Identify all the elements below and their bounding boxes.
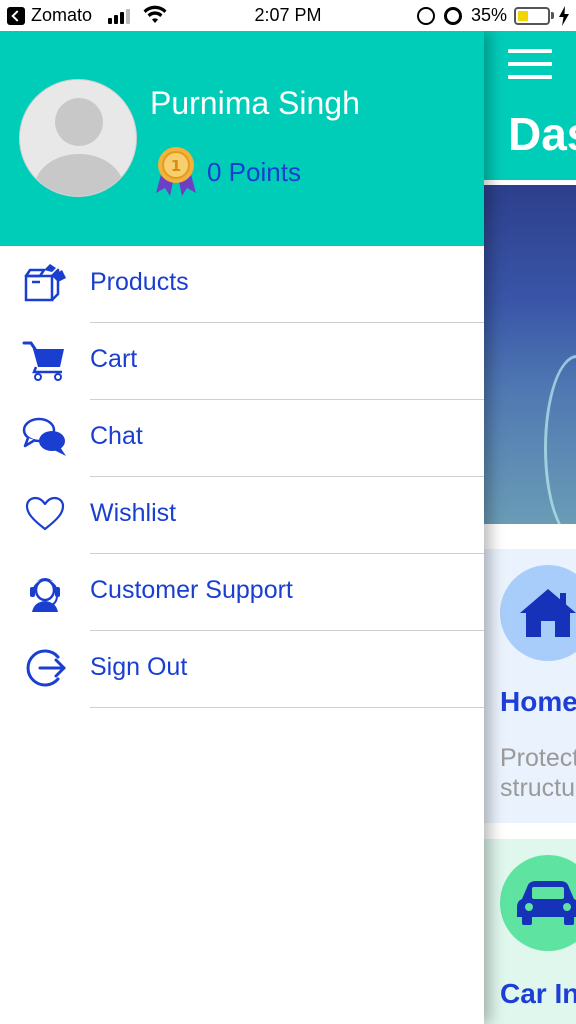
menu-item-wishlist[interactable]: Wishlist [0,477,484,554]
box-icon [24,264,66,302]
battery-cap [551,12,554,19]
cart-icon [22,341,64,381]
avatar-head [55,98,103,146]
menu-label-wishlist: Wishlist [90,499,177,527]
menu-item-customer-support[interactable]: Customer Support [0,554,484,631]
menu-item-chat[interactable]: Chat [0,400,484,477]
dashboard-title: Dashboard [508,108,576,160]
svg-text:1: 1 [171,157,181,175]
menu-label-products: Products [90,268,189,296]
description-line: Protect your [500,744,576,772]
description-line: structure [500,774,576,802]
dashboard-screen: Dashboard Home Insurance Protect your st… [484,31,576,1024]
home-insurance-title: Home Insurance [500,686,576,717]
menu-label-cart: Cart [90,345,138,373]
car-insurance-title: Car Insurance [500,978,576,1009]
home-insurance-description: Protect your structure [500,743,576,803]
menu-label-sign-out: Sign Out [90,653,188,681]
hamburger-menu-icon[interactable] [508,49,552,79]
car-icon-circle [500,855,576,951]
status-bar: Zomato 2:07 PM 35% [0,0,576,31]
charging-icon [559,6,569,26]
menu-item-cart[interactable]: Cart [0,323,484,400]
battery-icon [514,7,550,25]
menu-divider [90,707,484,708]
alarm-icon [444,7,462,25]
user-name: Purnima Singh [150,85,360,121]
orientation-lock-icon [417,7,435,25]
house-icon [520,589,576,637]
avatar[interactable] [19,79,137,197]
points-label[interactable]: 0 Points [207,157,301,188]
menu-label-customer-support: Customer Support [90,576,293,604]
heart-icon [25,496,65,531]
home-insurance-card[interactable]: Home Insurance Protect your structure [484,549,576,823]
menu-item-sign-out[interactable]: Sign Out [0,631,484,708]
navigation-drawer: Purnima Singh 1 0 Points Products Cart C… [0,31,484,1024]
dashboard-header: Dashboard [484,31,576,180]
promo-banner[interactable] [484,185,576,524]
drawer-header: Purnima Singh 1 0 Points [0,31,484,246]
menu-label-chat: Chat [90,422,143,450]
battery-percent: 35% [471,5,508,25]
medal-icon: 1 [156,147,196,196]
sign-out-icon [26,649,66,687]
chat-icon [22,417,66,456]
headset-icon [30,578,60,612]
drawer-menu: Products Cart Chat Wishlist Customer Sup… [0,246,484,708]
avatar-body [34,154,124,196]
home-icon-circle [500,565,576,661]
menu-item-products[interactable]: Products [0,246,484,323]
car-insurance-card[interactable]: Car Insurance [484,839,576,1024]
car-icon [517,881,576,925]
